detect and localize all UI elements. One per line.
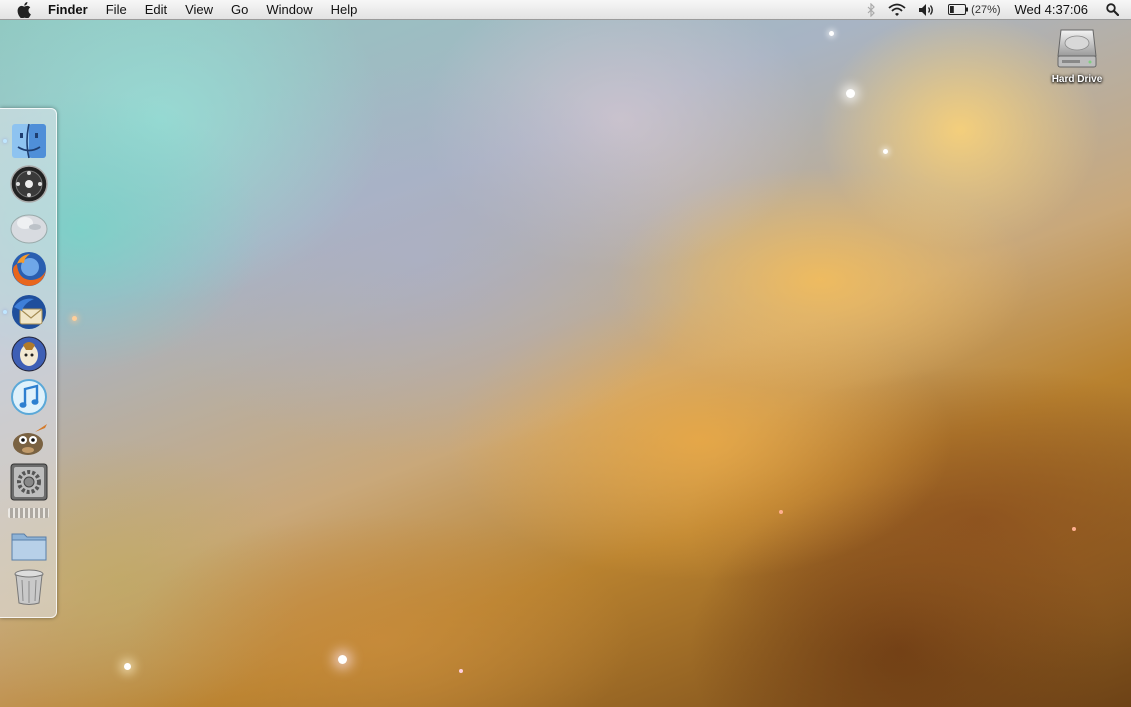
star-decoration	[338, 655, 347, 664]
itunes-icon	[11, 379, 47, 415]
folder-icon	[11, 533, 47, 561]
dock-item-camino[interactable]	[9, 164, 49, 204]
bluetooth-icon	[867, 2, 876, 17]
dock-item-finder[interactable]	[9, 121, 49, 161]
bluetooth-status[interactable]	[861, 0, 882, 20]
volume-status[interactable]	[912, 0, 942, 20]
dock-item-gimp[interactable]	[9, 420, 49, 460]
thunderbird-icon	[12, 295, 46, 329]
finder-icon	[12, 123, 46, 159]
star-decoration	[124, 663, 131, 670]
dock-separator	[8, 508, 49, 518]
star-decoration	[1072, 527, 1076, 531]
star-decoration	[459, 669, 463, 673]
star-decoration	[883, 149, 888, 154]
volume-icon	[919, 3, 934, 16]
menu-view[interactable]: View	[176, 0, 222, 20]
firefox-icon	[12, 252, 46, 286]
spotlight-icon	[1106, 3, 1119, 16]
spotlight-button[interactable]	[1100, 0, 1131, 20]
desktop-wallpaper	[0, 0, 1131, 707]
dock-item-system-preferences[interactable]	[9, 462, 49, 502]
dock-item-trash[interactable]	[9, 567, 49, 607]
dock-item-documents[interactable]	[9, 525, 49, 565]
hard-drive-icon	[1057, 29, 1097, 68]
menu-help[interactable]: Help	[322, 0, 367, 20]
star-decoration	[846, 89, 855, 98]
battery-percent: (27%)	[971, 3, 1001, 16]
camino-icon	[10, 165, 48, 203]
menu-edit[interactable]: Edit	[136, 0, 176, 20]
star-decoration	[829, 31, 834, 36]
desktop-item-label: Hard Drive	[1051, 74, 1103, 85]
running-indicator	[3, 310, 7, 314]
gimp-icon	[13, 424, 47, 455]
desktop-item-hard-drive[interactable]: Hard Drive	[1046, 26, 1108, 85]
dock-item-adium-2[interactable]	[9, 334, 49, 374]
adium-icon	[11, 336, 47, 372]
running-indicator	[3, 139, 7, 143]
menu-file[interactable]: File	[97, 0, 136, 20]
star-decoration	[779, 510, 783, 514]
menu-app-name[interactable]: Finder	[48, 0, 97, 20]
battery-status[interactable]: (27%)	[942, 0, 1006, 20]
wifi-status[interactable]	[882, 0, 912, 20]
system-preferences-icon	[10, 463, 48, 501]
battery-icon	[948, 4, 969, 15]
dock-item-itunes[interactable]	[9, 377, 49, 417]
menu-window[interactable]: Window	[257, 0, 321, 20]
dock	[0, 108, 57, 618]
wifi-icon	[888, 3, 906, 16]
apple-menu[interactable]	[0, 1, 48, 18]
star-decoration	[72, 316, 77, 321]
apple-icon	[17, 1, 31, 18]
dock-item-thunderbird[interactable]	[9, 292, 49, 332]
trash-icon	[14, 569, 44, 605]
menu-go[interactable]: Go	[222, 0, 257, 20]
menu-extras: (27%) Wed 4:37:06	[861, 0, 1131, 20]
menu-clock[interactable]: Wed 4:37:06	[1007, 2, 1100, 17]
dock-item-firefox[interactable]	[9, 249, 49, 289]
dock-item-adium[interactable]	[9, 207, 49, 247]
menu-bar: Finder File Edit View Go Window Help (27…	[0, 0, 1131, 20]
adium-duck-icon	[10, 214, 48, 244]
